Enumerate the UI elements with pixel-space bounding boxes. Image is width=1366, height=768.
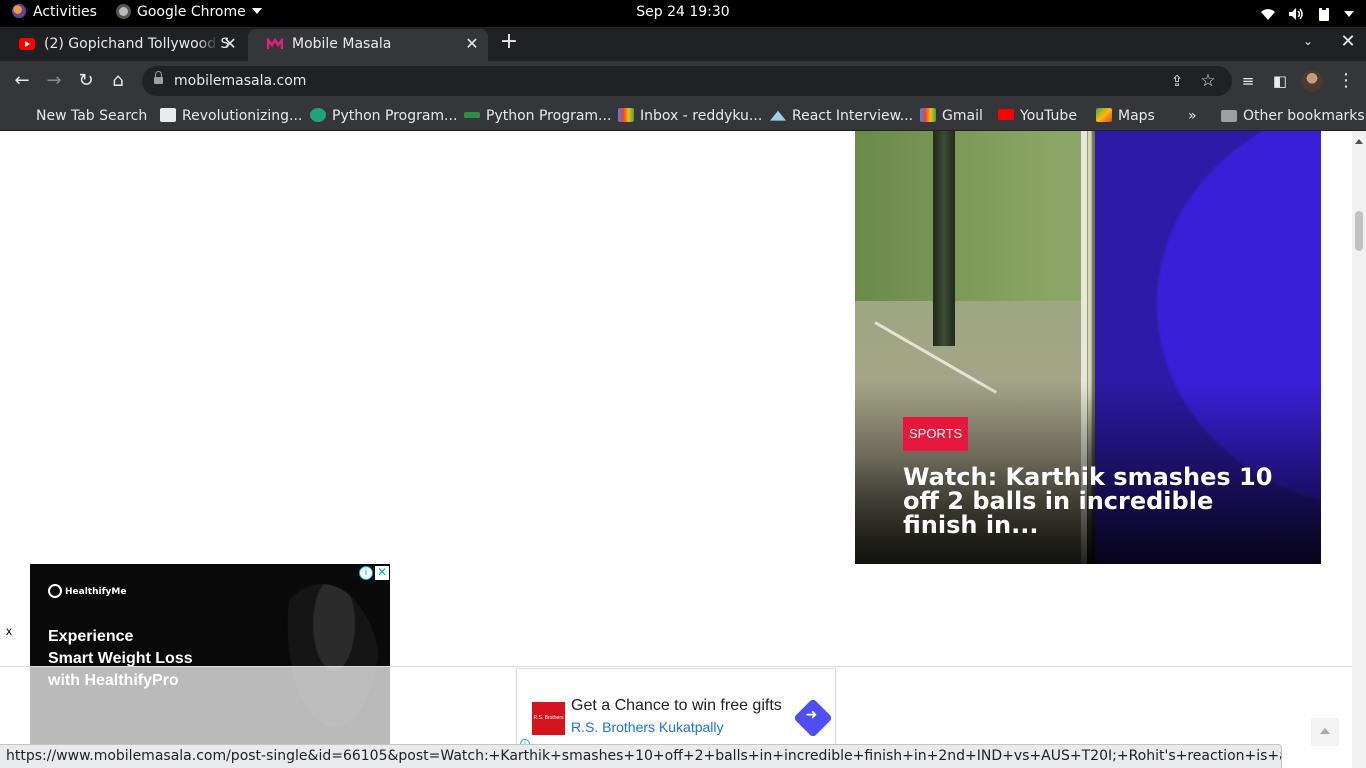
ad-brand: HealthifyMe (48, 584, 126, 598)
article-headline[interactable]: Watch: Karthik smashes 10 off 2 balls in… (903, 465, 1293, 537)
bookmarks-bar: New Tab Search Revolutionizing... Python… (0, 101, 1366, 131)
browser-toolbar: ← → ↻ ⌂ mobilemasala.com ⇪ ☆ ≡ ◧ ⋮ (0, 61, 1366, 101)
bookmark-youtube[interactable]: YouTube (998, 105, 1077, 127)
url-text: mobilemasala.com (174, 73, 307, 89)
gmail-icon (920, 108, 936, 122)
side-panel-icon[interactable]: ◧ (1268, 69, 1292, 93)
scroll-thumb[interactable] (1355, 211, 1363, 251)
ad-close-icon[interactable]: ✕ (375, 566, 389, 580)
bookmark-label: Maps (1118, 108, 1155, 124)
new-tab-button[interactable]: + (498, 31, 520, 54)
site-icon (464, 112, 480, 118)
home-icon[interactable]: ⌂ (106, 69, 130, 93)
web-page: SPORTS Watch: Karthik smashes 10 off 2 b… (0, 131, 1352, 768)
window-close-icon[interactable]: ✕ (1338, 31, 1358, 53)
system-top-bar: Activities Google Chrome Sep 24 19:30 (0, 0, 1366, 27)
caret-down-icon (251, 8, 262, 14)
bookmark-react-interview[interactable]: React Interview... (770, 105, 913, 127)
forward-arrow-icon[interactable]: → (42, 69, 66, 93)
youtube-icon (998, 109, 1014, 120)
clipboard-icon (1319, 6, 1329, 21)
system-tray[interactable] (1260, 0, 1354, 27)
bookmark-new-tab-search[interactable]: New Tab Search (14, 105, 147, 127)
lock-icon (154, 71, 163, 86)
app-menu-label: Google Chrome (137, 4, 246, 20)
bookmark-label: Python Program... (332, 108, 458, 124)
app-menu-button[interactable]: Google Chrome (116, 0, 262, 27)
ad-advertiser[interactable]: R.S. Brothers Kukatpally (571, 719, 724, 735)
search-icon (14, 108, 30, 122)
tab-title: Mobile Masala (292, 36, 392, 52)
scroll-up-arrow-icon[interactable] (1355, 139, 1363, 144)
ad-go-button[interactable]: ➜ (793, 698, 833, 738)
wifi-icon (1261, 8, 1275, 20)
volume-icon (1289, 7, 1303, 20)
site-icon (770, 110, 786, 121)
mobile-masala-icon (267, 38, 283, 49)
bookmark-label: YouTube (1020, 108, 1077, 124)
tab-close-icon[interactable]: ✕ (222, 29, 238, 59)
address-bar[interactable]: mobilemasala.com (142, 66, 1232, 96)
gnome-icon (12, 4, 26, 18)
tab-mobile-masala[interactable]: Mobile Masala ✕ (248, 29, 488, 61)
bookmark-label: Revolutionizing... (182, 108, 303, 124)
bookmark-revolutionizing[interactable]: Revolutionizing... (160, 105, 302, 127)
bookmark-python-program-1[interactable]: Python Program... (310, 105, 457, 127)
scroll-to-top-button[interactable] (1311, 718, 1339, 746)
media-queue-icon[interactable]: ≡ (1236, 69, 1260, 93)
ad-headline[interactable]: Get a Chance to win free gifts (571, 697, 782, 715)
bookmark-label: Inbox - reddyku... (640, 108, 763, 124)
tab-strip: (2) Gopichand Tollywood S ✕ Mobile Masal… (0, 27, 1366, 61)
activities-button[interactable]: Activities (12, 0, 97, 27)
reload-icon[interactable]: ↻ (74, 69, 98, 93)
bookmark-inbox[interactable]: Inbox - reddyku... (618, 105, 762, 127)
bookmark-label: New Tab Search (36, 108, 148, 124)
bookmark-gmail[interactable]: Gmail (920, 105, 983, 127)
advertiser-logo: R.S. Brothers (532, 702, 565, 735)
menu-kebab-icon[interactable]: ⋮ (1334, 69, 1358, 93)
ad-info-icon[interactable]: i (359, 566, 373, 580)
tab-youtube[interactable]: (2) Gopichand Tollywood S ✕ (0, 29, 246, 61)
back-arrow-icon[interactable]: ← (10, 69, 34, 93)
site-icon (160, 108, 176, 122)
gmail-icon (618, 108, 634, 122)
share-icon[interactable]: ⇪ (1165, 69, 1189, 93)
arrow-right-icon: ➜ (805, 707, 818, 724)
more-bookmarks-chevron-icon[interactable]: » (1188, 105, 1197, 127)
category-tag[interactable]: SPORTS (903, 417, 969, 451)
bookmark-label: Other bookmarks (1243, 108, 1365, 124)
bookmark-star-icon[interactable]: ☆ (1196, 69, 1220, 93)
link-status-bubble: https://www.mobilemasala.com/post-single… (0, 744, 1282, 768)
tab-title-fade (198, 29, 218, 59)
maps-icon (1096, 108, 1112, 122)
tab-close-icon[interactable]: ✕ (464, 29, 480, 59)
bookmark-label: Gmail (942, 108, 983, 124)
ad-brand-label: HealthifyMe (65, 587, 127, 597)
activities-label: Activities (33, 4, 97, 20)
profile-avatar[interactable] (1301, 70, 1323, 92)
page-scrollbar[interactable] (1352, 131, 1366, 768)
other-bookmarks-folder[interactable]: Other bookmarks (1221, 105, 1365, 127)
clock[interactable]: Sep 24 19:30 (636, 4, 729, 20)
system-menu-caret-icon (1344, 10, 1354, 17)
site-icon (310, 108, 326, 122)
chrome-icon (116, 4, 131, 19)
bookmark-label: React Interview... (792, 108, 914, 124)
featured-article-card[interactable]: SPORTS Watch: Karthik smashes 10 off 2 b… (855, 131, 1321, 564)
featured-image-stump (933, 131, 955, 346)
bookmark-maps[interactable]: Maps (1096, 105, 1155, 127)
youtube-icon (19, 38, 35, 50)
ad-dismiss-button[interactable]: x (6, 624, 12, 638)
healthifyme-logo-icon (48, 584, 62, 598)
tab-search-chevron-icon[interactable]: ⌄ (1300, 34, 1316, 50)
bookmark-python-program-2[interactable]: Python Program... (464, 105, 611, 127)
folder-icon (1221, 110, 1237, 122)
bookmark-label: Python Program... (486, 108, 612, 124)
